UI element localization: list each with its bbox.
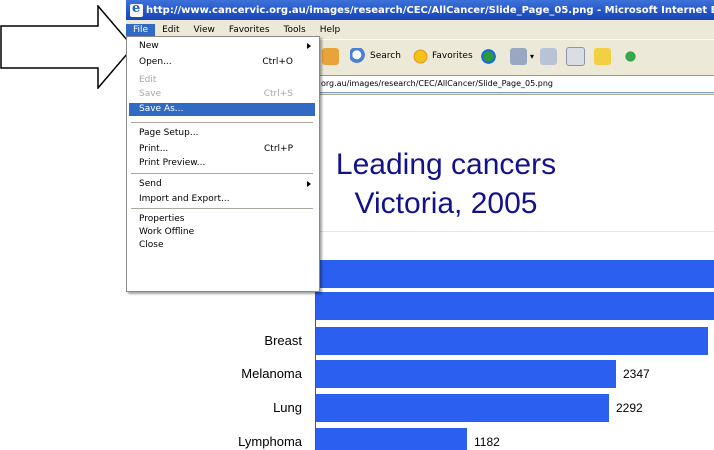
slide-title: Leading cancers Victoria, 2005	[276, 145, 616, 223]
search-button[interactable]: Search	[350, 47, 401, 65]
file-menu-item-label: Print Preview...	[139, 158, 206, 168]
file-menu-item-shortcut: Ctrl+P	[264, 144, 293, 154]
chart-category-label: Breast	[264, 333, 302, 348]
media-button[interactable]	[480, 47, 500, 65]
file-menu-item-shortcut: Ctrl+O	[262, 57, 293, 67]
chart-bar	[316, 292, 714, 320]
menu-edit[interactable]: Edit	[155, 24, 186, 36]
file-menu-dropdown: New Open... Ctrl+O Edit Save Ctrl+S Save As...…	[126, 36, 320, 292]
file-menu-item-label: Properties	[139, 214, 185, 224]
window-title: http://www.cancervic.org.au/images/resea…	[146, 4, 714, 16]
file-menu-item-save-as[interactable]: Save As...	[129, 103, 315, 116]
file-menu-item-new[interactable]: New	[129, 40, 315, 53]
chart-bar	[316, 394, 609, 422]
favorites-label: Favorites	[432, 51, 473, 61]
home-button[interactable]	[322, 47, 342, 65]
file-menu-item-work-offline[interactable]: Work Offline	[129, 226, 315, 239]
history-icon	[510, 47, 527, 65]
file-menu-item-label: Close	[139, 240, 164, 250]
messenger-icon	[622, 47, 639, 65]
chart-bar	[316, 327, 708, 355]
menu-separator	[131, 122, 313, 123]
search-label: Search	[370, 51, 401, 61]
file-menu-item-open[interactable]: Open... Ctrl+O	[129, 56, 315, 69]
file-menu-item-label: Import and Export...	[139, 194, 230, 204]
file-menu-item-label: Save As...	[139, 104, 184, 114]
chart-bar	[316, 428, 467, 450]
file-menu-item-edit[interactable]: Edit	[129, 74, 315, 87]
mail-icon	[540, 47, 557, 65]
file-menu-item-import-and-export[interactable]: Import and Export...	[129, 193, 315, 206]
chart-value-label: 1182	[474, 435, 500, 449]
print-button[interactable]	[566, 46, 588, 66]
menu-view[interactable]: View	[187, 24, 222, 36]
title-bar[interactable]: http://www.cancervic.org.au/images/resea…	[126, 0, 714, 20]
address-input[interactable]: org.au/images/research/CEC/AllCancer/Sli…	[318, 75, 714, 93]
menu-separator	[131, 173, 313, 174]
menu-favorites[interactable]: Favorites	[222, 24, 277, 36]
file-menu-item-save[interactable]: Save Ctrl+S	[129, 88, 315, 101]
file-menu-item-label: Edit	[139, 75, 157, 85]
file-menu-item-page-setup[interactable]: Page Setup...	[129, 127, 315, 140]
print-icon	[566, 46, 585, 66]
chart-bar	[316, 360, 616, 388]
submenu-arrow-icon	[307, 43, 311, 49]
slide-title-line-1: Leading cancers	[335, 148, 557, 181]
file-menu-item-properties[interactable]: Properties	[129, 213, 315, 226]
menu-file[interactable]: File	[126, 23, 156, 36]
file-menu-item-print-preview[interactable]: Print Preview...	[129, 157, 315, 170]
chart-category-label: Lymphoma	[238, 434, 302, 449]
pointer-arrow-graphic	[0, 5, 134, 89]
menu-tools[interactable]: Tools	[277, 24, 313, 36]
chart-bar	[316, 260, 714, 288]
messenger-button[interactable]	[622, 47, 642, 65]
media-icon	[480, 47, 497, 65]
edit-button[interactable]	[594, 47, 614, 65]
star-icon	[412, 47, 429, 65]
internet-explorer-icon	[130, 1, 143, 17]
file-menu-item-label: Print...	[139, 144, 169, 154]
file-menu-item-label: New	[139, 41, 159, 51]
file-menu-item-close[interactable]: Close	[129, 239, 315, 252]
file-menu-item-shortcut: Ctrl+S	[263, 89, 293, 99]
chart-value-label: 2292	[616, 401, 643, 415]
file-menu-item-label: Page Setup...	[139, 128, 199, 138]
note-icon	[594, 47, 611, 65]
chart-category-label: Lung	[273, 400, 302, 415]
menu-separator	[131, 208, 313, 209]
file-menu-item-label: Work Offline	[139, 227, 195, 237]
file-menu-item-label: Save	[139, 89, 162, 99]
file-menu-item-send[interactable]: Send	[129, 178, 315, 191]
submenu-arrow-icon	[307, 181, 311, 187]
home-icon	[322, 47, 339, 65]
file-menu-item-label: Send	[139, 179, 162, 189]
chart-category-label: Melanoma	[241, 366, 302, 381]
history-button[interactable]: ▾	[510, 47, 534, 65]
file-menu-item-print[interactable]: Print... Ctrl+P	[129, 143, 315, 156]
favorites-button[interactable]: Favorites	[412, 47, 473, 65]
file-menu-item-label: Open...	[139, 57, 172, 67]
slide-title-line-2: Victoria, 2005	[354, 187, 538, 220]
menu-help[interactable]: Help	[313, 24, 348, 36]
mail-button[interactable]	[540, 47, 560, 65]
chart-value-label: 2347	[623, 367, 650, 381]
search-icon	[350, 47, 367, 65]
chevron-down-icon: ▾	[530, 51, 535, 61]
